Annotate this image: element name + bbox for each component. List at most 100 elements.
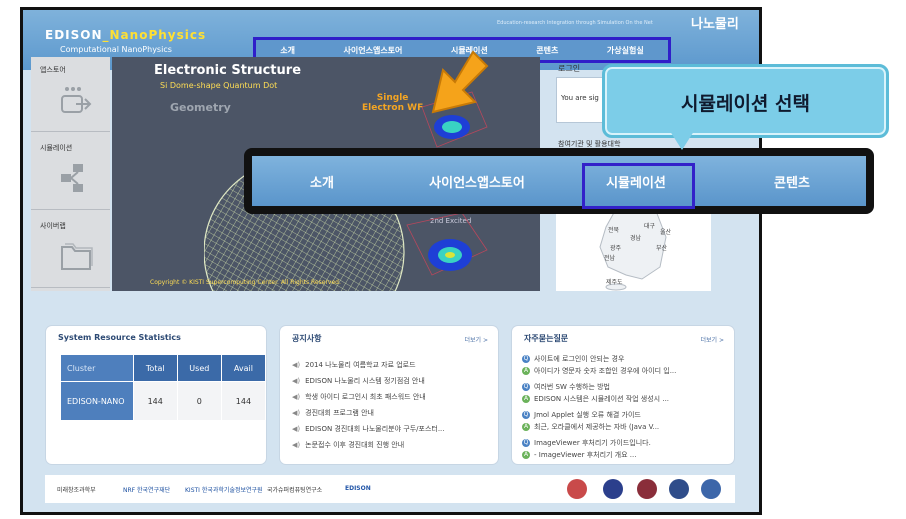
cell-total: 144	[132, 381, 178, 421]
notice-title: 공지사항	[292, 334, 322, 343]
university-seal-icon[interactable]	[701, 479, 721, 499]
list-item[interactable]: Q 여러번 SW 수행하는 방법	[522, 382, 610, 392]
header-cluster: Cluster	[60, 354, 134, 382]
login-title: 로그인	[558, 64, 581, 73]
zoom-nav-contents[interactable]: 콘텐츠	[752, 172, 832, 191]
list-item[interactable]: A 최근, 오라클에서 제공하는 자바 (Java V...	[522, 422, 659, 432]
cell-used: 0	[176, 381, 222, 421]
list-item[interactable]: ◀) 경진대회 프로그램 안내	[292, 408, 374, 418]
quick-app-store[interactable]: 앱스토어	[31, 57, 110, 132]
partner-logo[interactable]: 미래창조과학부	[57, 485, 96, 494]
list-item[interactable]: A 아이디가 영문자 숫자 조합인 경우에 아이디 입...	[522, 366, 676, 376]
notice-text: 2014 나노물리 여름학교 자료 업로드	[305, 361, 416, 369]
zoom-nav-science-appstore[interactable]: 사이언스앱스토어	[402, 172, 552, 191]
callout-tail	[668, 128, 696, 150]
notice-text: EDISON 나노물리 시스템 정기점검 안내	[305, 377, 425, 385]
answer-icon: A	[522, 451, 530, 459]
faq-text: ImageViewer 후처리기 가이드입니다.	[534, 439, 651, 447]
hero-wf-label: Single Electron WF	[362, 93, 423, 113]
site-title: 나노물리	[691, 17, 739, 32]
callout-text: 시뮬레이션 선택	[681, 93, 810, 115]
cell-avail: 144	[220, 381, 267, 421]
faq-text: 사이트에 로그인이 안되는 경우	[534, 355, 625, 363]
notice-text: 논문접수 이후 경진대회 진행 안내	[305, 441, 405, 449]
list-item[interactable]: Q Jmol Applet 실행 오류 해결 가이드	[522, 410, 641, 420]
quick-simulation[interactable]: 시뮬레이션	[31, 135, 110, 210]
map-region[interactable]: 광주	[610, 243, 621, 252]
list-item[interactable]: A - ImageViewer 후처리기 개요 ...	[522, 450, 636, 460]
university-seal-icon[interactable]	[567, 479, 587, 499]
zoom-nav: 소개 사이언스앱스토어 시뮬레이션 콘텐츠	[252, 156, 866, 206]
university-seal-icon[interactable]	[637, 479, 657, 499]
list-item[interactable]: Q ImageViewer 후처리기 가이드입니다.	[522, 438, 651, 448]
quick-app-store-label: 앱스토어	[40, 66, 66, 74]
quick-menu: 앱스토어 시뮬레이션 사이버랩	[31, 57, 110, 291]
faq-title: 자주묻는질문	[524, 334, 569, 343]
map-region[interactable]: 전북	[608, 225, 619, 234]
speaker-icon: ◀)	[292, 377, 301, 385]
partner-logo[interactable]: KISTI 한국과학기술정보연구원	[185, 485, 263, 494]
logo-subtitle: Computational NanoPhysics	[60, 45, 172, 54]
korea-map-shape	[599, 208, 667, 291]
answer-icon: A	[522, 423, 530, 431]
hero-copyright: Copyright © KISTI Supercomputing Center.…	[150, 279, 341, 286]
partner-logo[interactable]: EDISON	[345, 485, 371, 492]
header-total: Total	[132, 354, 178, 382]
korea-map[interactable]: 대구 울산 경남 부산 전북 광주 전남 제주도	[556, 207, 711, 291]
simulation-icon	[59, 163, 93, 193]
university-seal-icon[interactable]	[669, 479, 689, 499]
hero-wf-line1: Single	[376, 93, 409, 103]
faq-text: Jmol Applet 실행 오류 해결 가이드	[534, 411, 641, 419]
question-icon: Q	[522, 411, 530, 419]
site-logo[interactable]: EDISON_NanoPhysics	[45, 28, 206, 42]
hero-wf-line2: Electron WF	[362, 103, 424, 113]
resource-stats-title: System Resource Statistics	[58, 333, 181, 342]
list-item[interactable]: A EDISON 시스템은 시뮬레이션 작업 생성시 ...	[522, 394, 669, 404]
map-region[interactable]: 울산	[660, 227, 671, 236]
nav-science-appstore[interactable]: 사이언스앱스토어	[344, 45, 403, 56]
map-region[interactable]: 부산	[656, 243, 667, 252]
table-row: EDISON-NANO 144 0 144	[60, 381, 267, 421]
simulation-highlight-box	[582, 163, 695, 209]
list-item[interactable]: ◀) EDISON 경진대회 나노물리분야 구두/포스터...	[292, 424, 445, 434]
hero-geometry-label: Geometry	[170, 101, 231, 114]
notice-text: 경진대회 프로그램 안내	[305, 409, 374, 417]
faq-more-link[interactable]: 더보기 >	[701, 335, 725, 344]
list-item[interactable]: Q 사이트에 로그인이 안되는 경우	[522, 354, 624, 364]
hero-title: Electronic Structure	[154, 63, 302, 78]
speaker-icon: ◀)	[292, 361, 301, 369]
quick-cyberlab[interactable]: 사이버랩	[31, 213, 110, 288]
folder-icon	[59, 241, 93, 271]
zoom-nav-intro[interactable]: 소개	[292, 172, 352, 191]
answer-icon: A	[522, 395, 530, 403]
header-used: Used	[176, 354, 222, 382]
nav-contents[interactable]: 콘텐츠	[536, 45, 558, 56]
partner-logo[interactable]: NRF 한국연구재단	[123, 485, 170, 494]
logo-text: EDISON	[45, 28, 103, 42]
list-item[interactable]: ◀) 논문접수 이후 경진대회 진행 안내	[292, 440, 404, 450]
list-item[interactable]: ◀) EDISON 나노물리 시스템 정기점검 안내	[292, 376, 425, 386]
header-avail: Avail	[220, 354, 267, 382]
question-icon: Q	[522, 355, 530, 363]
list-item[interactable]: ◀) 학생 아이디 로그인시 최초 패스워드 안내	[292, 392, 426, 402]
university-seal-icon[interactable]	[603, 479, 623, 499]
callout-bubble: 시뮬레이션 선택	[602, 64, 889, 138]
map-region[interactable]: 전남	[604, 253, 615, 262]
answer-icon: A	[522, 367, 530, 375]
excited-state-plot	[406, 212, 488, 276]
question-icon: Q	[522, 439, 530, 447]
resource-table: Cluster Total Used Avail EDISON-NANO 144…	[60, 354, 267, 421]
notice-text: 학생 아이디 로그인시 최초 패스워드 안내	[305, 393, 426, 401]
map-region[interactable]: 제주도	[606, 277, 623, 286]
notice-more-link[interactable]: 더보기 >	[465, 335, 489, 344]
nav-intro[interactable]: 소개	[280, 45, 295, 56]
nav-virtual-lab[interactable]: 가상실험실	[607, 45, 644, 56]
speaker-icon: ◀)	[292, 441, 301, 449]
map-region[interactable]: 대구	[644, 221, 655, 230]
logo-highlight: _NanoPhysics	[102, 28, 207, 42]
notice-card: 공지사항 더보기 > ◀) 2014 나노물리 여름학교 자료 업로드 ◀) EDI…	[280, 326, 498, 464]
list-item[interactable]: ◀) 2014 나노물리 여름학교 자료 업로드	[292, 360, 416, 370]
partner-logo[interactable]: 국가슈퍼컴퓨팅연구소	[267, 485, 322, 494]
faq-text: 여러번 SW 수행하는 방법	[534, 383, 610, 391]
map-region[interactable]: 경남	[630, 233, 641, 242]
